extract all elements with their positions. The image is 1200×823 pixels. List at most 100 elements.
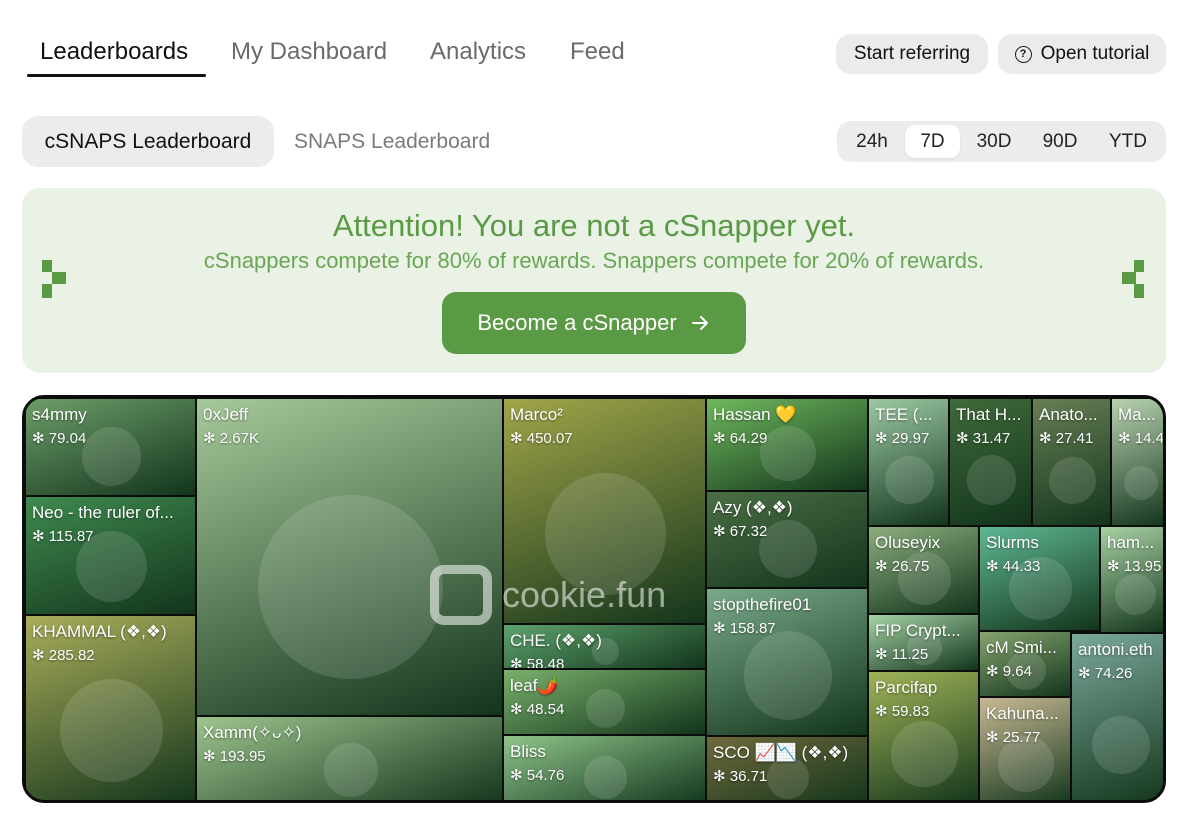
- leaderboard-tile[interactable]: Neo - the ruler of... ✻ 115.87: [25, 496, 196, 615]
- open-tutorial-button[interactable]: ? Open tutorial: [998, 34, 1166, 74]
- period-90d[interactable]: 90D: [1029, 125, 1091, 158]
- snap-icon: ✻: [32, 430, 49, 447]
- leaderboard-tile[interactable]: That H... ✻ 31.47: [949, 398, 1032, 526]
- leaderboard-tile[interactable]: Azy (❖,❖) ✻ 67.32: [706, 491, 868, 588]
- tile-username: s4mmy: [32, 405, 87, 424]
- avatar-image: [60, 679, 163, 782]
- tile-score: ✻ 285.82: [32, 647, 95, 664]
- avatar-image: [1091, 715, 1151, 775]
- tile-username: SCO 📈📉 (❖,❖): [713, 743, 849, 762]
- leaderboard-tile[interactable]: FIP Crypt... ✻ 11.25: [868, 614, 979, 671]
- tile-score: ✻ 26.75: [875, 558, 930, 575]
- snap-icon: ✻: [875, 646, 892, 663]
- avatar-image: [323, 742, 378, 797]
- tile-score: ✻ 48.54: [510, 701, 565, 718]
- leaderboard-tile[interactable]: 0xJeff ✻ 2.67K: [196, 398, 503, 716]
- avatar-image: [82, 427, 141, 486]
- tile-username: TEE (...: [875, 405, 933, 424]
- snap-icon: ✻: [956, 430, 973, 447]
- leaderboard-tile[interactable]: antoni.eth ✻ 74.26: [1071, 633, 1163, 800]
- leaderboard-tile[interactable]: stopthefire01 ✻ 158.87: [706, 588, 868, 736]
- avatar-image: [966, 454, 1017, 505]
- period-selector: 24h 7D 30D 90D YTD: [837, 121, 1166, 162]
- snaps-leaderboard-toggle[interactable]: SNAPS Leaderboard: [294, 130, 490, 154]
- tile-username: antoni.eth: [1078, 640, 1153, 659]
- active-tab-underline: [27, 74, 206, 77]
- start-referring-button[interactable]: Start referring: [836, 34, 988, 74]
- leaderboard-tile[interactable]: Marco² ✻ 450.07: [503, 398, 706, 624]
- snap-icon: ✻: [875, 703, 892, 720]
- period-30d[interactable]: 30D: [963, 125, 1025, 158]
- leaderboard-tile[interactable]: cM Smi... ✻ 9.64: [979, 631, 1071, 697]
- leaderboard-tile[interactable]: Xamm(✧ᴗ✧) ✻ 193.95: [196, 716, 503, 800]
- period-ytd[interactable]: YTD: [1095, 125, 1161, 158]
- snap-icon: ✻: [510, 430, 527, 447]
- tile-score: ✻ 25.77: [986, 729, 1041, 746]
- leaderboard-tile[interactable]: Anato... ✻ 27.41: [1032, 398, 1111, 526]
- tile-username: Ma...: [1118, 405, 1156, 424]
- csnaps-leaderboard-toggle[interactable]: cSNAPS Leaderboard: [22, 116, 274, 167]
- snap-icon: ✻: [713, 620, 730, 637]
- tile-score: ✻ 67.32: [713, 523, 768, 540]
- leaderboard-tile[interactable]: ham... ✻ 13.95: [1100, 526, 1163, 633]
- tile-username: Anato...: [1039, 405, 1098, 424]
- tab-my-dashboard[interactable]: My Dashboard: [231, 38, 387, 66]
- tile-score: ✻ 31.47: [956, 430, 1011, 447]
- tile-username: stopthefire01: [713, 595, 812, 614]
- tile-score: ✻ 9.64: [986, 663, 1032, 680]
- tile-username: Neo - the ruler of...: [32, 503, 174, 522]
- leaderboard-tile[interactable]: s4mmy ✻ 79.04: [25, 398, 196, 496]
- tab-analytics[interactable]: Analytics: [430, 38, 526, 66]
- become-csnapper-button[interactable]: Become a cSnapper: [442, 292, 746, 354]
- tile-username: Kahuna...: [986, 704, 1059, 723]
- avatar-image: [758, 519, 818, 578]
- banner-title: Attention! You are not a cSnapper yet.: [332, 208, 856, 243]
- avatar-image: [743, 631, 833, 721]
- tab-leaderboards[interactable]: Leaderboards: [40, 38, 188, 66]
- leaderboard-tile[interactable]: Parcifap ✻ 59.83: [868, 671, 979, 800]
- avatar-image: [891, 720, 958, 788]
- avatar-image: [767, 757, 809, 799]
- leaderboard-tile[interactable]: TEE (... ✻ 29.97: [868, 398, 949, 526]
- tile-username: Oluseyix: [875, 533, 941, 552]
- avatar-image: [760, 425, 816, 482]
- tile-score: ✻ 11.25: [875, 646, 929, 663]
- tile-score: ✻ 158.87: [713, 620, 776, 637]
- tile-score: ✻ 36.71: [713, 768, 768, 785]
- csnapper-banner: Attention! You are not a cSnapper yet. c…: [22, 188, 1166, 373]
- avatar-image: [1048, 456, 1097, 504]
- period-7d[interactable]: 7D: [905, 125, 960, 158]
- period-24h[interactable]: 24h: [841, 125, 903, 158]
- tile-username: KHAMMAL (❖,❖): [32, 622, 167, 641]
- snap-icon: ✻: [986, 558, 1003, 575]
- leaderboard-tile[interactable]: Oluseyix ✻ 26.75: [868, 526, 979, 614]
- snap-icon: ✻: [1078, 665, 1095, 682]
- become-csnapper-label: Become a cSnapper: [477, 310, 677, 335]
- help-circle-icon: ?: [1014, 45, 1032, 63]
- snap-icon: ✻: [203, 748, 220, 765]
- leaderboard-tile[interactable]: Hassan 💛 ✻ 64.29: [706, 398, 868, 491]
- leaderboard-tile[interactable]: CHE. (❖,❖) ✻ 58.48: [503, 624, 706, 669]
- csnaps-leaderboard-label: cSNAPS Leaderboard: [44, 129, 252, 153]
- tile-score: ✻ 2.67K: [203, 430, 259, 447]
- tile-username: Hassan 💛: [713, 405, 797, 424]
- start-referring-label: Start referring: [853, 43, 971, 64]
- tile-username: That H...: [956, 405, 1022, 424]
- tile-score: ✻ 450.07: [510, 430, 573, 447]
- top-navigation: Leaderboards My Dashboard Analytics Feed…: [0, 0, 1200, 100]
- leaderboard-tile[interactable]: leaf🌶️ ✻ 48.54: [503, 669, 706, 735]
- avatar-image: [584, 756, 627, 799]
- creator-treemap: s4mmy ✻ 79.04 Neo - the ruler of... ✻ 115.8…: [22, 395, 1166, 803]
- snap-icon: ✻: [203, 430, 220, 447]
- avatar-image: [585, 688, 626, 729]
- leaderboard-tile[interactable]: Kahuna... ✻ 25.77: [979, 697, 1071, 800]
- leaderboard-tile[interactable]: Bliss ✻ 54.76: [503, 735, 706, 800]
- tile-score: ✻ 14.44: [1118, 430, 1164, 447]
- tile-username: FIP Crypt...: [875, 621, 961, 640]
- tile-username: Slurms: [986, 533, 1039, 552]
- leaderboard-tile[interactable]: Ma... ✻ 14.44: [1111, 398, 1164, 526]
- tab-feed[interactable]: Feed: [570, 38, 625, 66]
- leaderboard-tile[interactable]: SCO 📈📉 (❖,❖) ✻ 36.71: [706, 736, 868, 800]
- leaderboard-tile[interactable]: KHAMMAL (❖,❖) ✻ 285.82: [25, 615, 196, 800]
- leaderboard-tile[interactable]: Slurms ✻ 44.33: [979, 526, 1100, 631]
